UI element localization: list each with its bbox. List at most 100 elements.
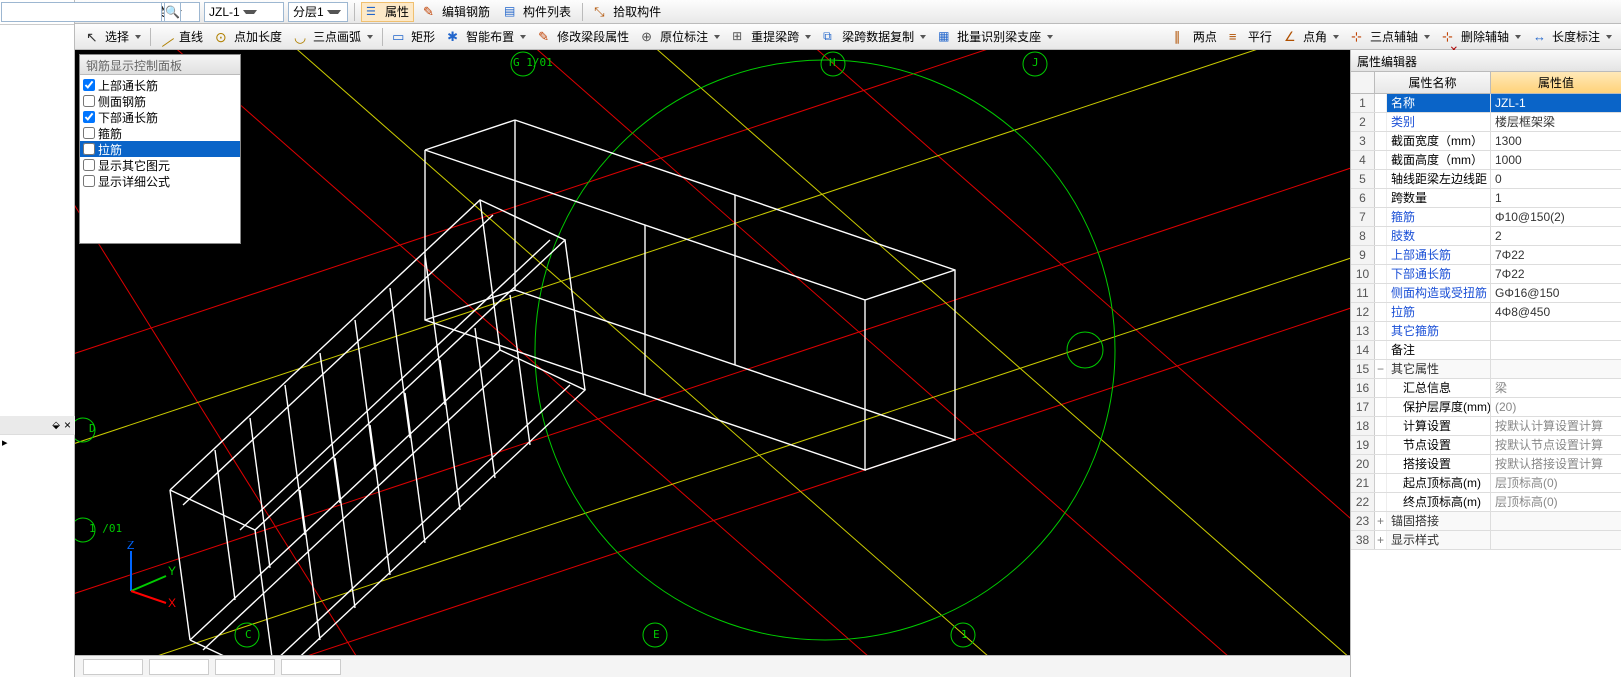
property-value[interactable]: 2	[1491, 227, 1621, 245]
property-value[interactable]: JZL-1	[1491, 94, 1621, 112]
tree-toggle[interactable]: −	[1375, 360, 1387, 378]
property-value[interactable]: 层顶标高(0)	[1491, 493, 1621, 511]
point-length-button[interactable]: 点加长度	[210, 27, 287, 47]
property-value[interactable]: 7Φ22	[1491, 246, 1621, 264]
properties-button[interactable]: 属性	[361, 2, 414, 22]
property-value[interactable]: 按默认搭接设置计算	[1491, 455, 1621, 473]
chevron-down-icon	[1515, 35, 1521, 39]
property-value[interactable]: (20)	[1491, 398, 1621, 416]
smart-layout-button[interactable]: 智能布置	[442, 27, 531, 47]
checkbox[interactable]	[83, 143, 95, 155]
point-angle-button[interactable]: 点角	[1279, 27, 1344, 47]
property-row[interactable]: 3截面宽度（mm）1300	[1351, 132, 1621, 151]
tree-node[interactable]: ▸	[2, 436, 72, 449]
close-icon[interactable]: ×	[64, 418, 71, 432]
edit-rebar-button[interactable]: 编辑钢筋	[418, 2, 495, 22]
property-row[interactable]: 38+显示样式	[1351, 531, 1621, 550]
property-value[interactable]: 1000	[1491, 151, 1621, 169]
property-value[interactable]: Φ10@150(2)	[1491, 208, 1621, 226]
property-row[interactable]: 13其它箍筋	[1351, 322, 1621, 341]
span-copy-button[interactable]: 梁跨数据复制	[818, 27, 931, 47]
line-button[interactable]: 直线	[155, 27, 208, 47]
property-row[interactable]: 17 保护层厚度(mm)(20)	[1351, 398, 1621, 417]
batch-support-button[interactable]: 批量识别梁支座	[933, 27, 1058, 47]
checkbox[interactable]	[83, 111, 95, 123]
rebar-display-panel[interactable]: 钢筋显示控制面板 上部通长筋侧面钢筋下部通长筋箍筋拉筋显示其它图元显示详细公式	[79, 54, 241, 244]
rect-button[interactable]: 矩形	[387, 27, 440, 47]
property-value[interactable]	[1491, 341, 1621, 359]
property-value[interactable]: GΦ16@150	[1491, 284, 1621, 302]
viewport-canvas[interactable]: G 1/01 H J D 1 /01 C E 1 Z Y X 钢筋显示控制面板 …	[75, 50, 1350, 655]
rebar-toggle-row[interactable]: 箍筋	[80, 125, 240, 141]
property-row[interactable]: 10下部通长筋7Φ22	[1351, 265, 1621, 284]
property-row[interactable]: 6跨数量1	[1351, 189, 1621, 208]
property-value[interactable]	[1491, 531, 1621, 549]
search-button[interactable]: 🔍	[164, 2, 181, 22]
property-value[interactable]: 1	[1491, 189, 1621, 207]
pin-icon[interactable]: ⬙	[52, 420, 60, 431]
rebar-toggle-row[interactable]: 侧面钢筋	[80, 93, 240, 109]
chevron-down-icon	[1047, 35, 1053, 39]
property-row[interactable]: 1名称JZL-1	[1351, 94, 1621, 113]
property-row[interactable]: 11侧面构造或受扭筋GΦ16@150	[1351, 284, 1621, 303]
property-row[interactable]: 16 汇总信息梁	[1351, 379, 1621, 398]
property-row[interactable]: 23+锚固搭接	[1351, 512, 1621, 531]
checkbox[interactable]	[83, 79, 95, 91]
property-value[interactable]: 层顶标高(0)	[1491, 474, 1621, 492]
property-row[interactable]: 18 计算设置按默认计算设置计算	[1351, 417, 1621, 436]
property-value[interactable]: 按默认节点设置计算	[1491, 436, 1621, 454]
layer-combo[interactable]: 分层1	[288, 2, 348, 22]
length-dim-button[interactable]: 长度标注	[1528, 27, 1617, 47]
rebar-toggle-row[interactable]: 下部通长筋	[80, 109, 240, 125]
property-row[interactable]: 21 起点顶标高(m)层顶标高(0)	[1351, 474, 1621, 493]
rebar-toggle-row[interactable]: 显示其它图元	[80, 157, 240, 173]
member-combo[interactable]: JZL-1	[204, 2, 284, 22]
property-row[interactable]: 8肢数2	[1351, 227, 1621, 246]
property-row[interactable]: 15−其它属性	[1351, 360, 1621, 379]
parallel-button[interactable]: 平行	[1224, 27, 1277, 47]
two-point-button[interactable]: 两点	[1169, 27, 1222, 47]
checkbox[interactable]	[83, 127, 95, 139]
grid-label: C	[245, 628, 252, 641]
row-label: 显示其它图元	[98, 157, 170, 174]
rebar-toggle-row[interactable]: 显示详细公式	[80, 173, 240, 189]
delete-aux-button[interactable]: 删除辅轴	[1437, 27, 1526, 47]
property-row[interactable]: 5轴线距梁左边线距0	[1351, 170, 1621, 189]
checkbox[interactable]	[83, 95, 95, 107]
property-value[interactable]: 梁	[1491, 379, 1621, 397]
property-value[interactable]: 7Φ22	[1491, 265, 1621, 283]
property-row[interactable]: 14备注	[1351, 341, 1621, 360]
property-value[interactable]: 1300	[1491, 132, 1621, 150]
property-value[interactable]	[1491, 322, 1621, 340]
property-row[interactable]: 22 终点顶标高(m)层顶标高(0)	[1351, 493, 1621, 512]
property-row[interactable]: 20 搭接设置按默认搭接设置计算	[1351, 455, 1621, 474]
arc-3point-button[interactable]: 三点画弧	[289, 27, 378, 47]
rebar-toggle-row[interactable]: 上部通长筋	[80, 77, 240, 93]
checkbox[interactable]	[83, 175, 95, 187]
property-value[interactable]	[1491, 360, 1621, 378]
tree-toggle[interactable]: +	[1375, 512, 1387, 530]
search-input[interactable]	[1, 2, 162, 22]
property-value[interactable]: 0	[1491, 170, 1621, 188]
property-value[interactable]	[1491, 512, 1621, 530]
property-rows[interactable]: 1名称JZL-12类别楼层框架梁3截面宽度（mm）13004截面高度（mm）10…	[1351, 94, 1621, 677]
orig-mark-button[interactable]: 原位标注	[636, 27, 725, 47]
tree-toggle[interactable]: +	[1375, 531, 1387, 549]
select-button[interactable]: 选择	[81, 27, 146, 47]
edit-span-prop-button[interactable]: 修改梁段属性	[533, 27, 634, 47]
axis-3point-button[interactable]: 三点辅轴	[1346, 27, 1435, 47]
respan-button[interactable]: 重提梁跨	[727, 27, 816, 47]
property-row[interactable]: 7箍筋Φ10@150(2)	[1351, 208, 1621, 227]
property-row[interactable]: 9上部通长筋7Φ22	[1351, 246, 1621, 265]
pick-component-button[interactable]: 拾取构件	[589, 2, 666, 22]
property-value[interactable]: 4Φ8@450	[1491, 303, 1621, 321]
property-row[interactable]: 12拉筋4Φ8@450	[1351, 303, 1621, 322]
property-row[interactable]: 2类别楼层框架梁	[1351, 113, 1621, 132]
rebar-toggle-row[interactable]: 拉筋	[80, 141, 240, 157]
checkbox[interactable]	[83, 159, 95, 171]
property-value[interactable]: 楼层框架梁	[1491, 113, 1621, 131]
component-list-button[interactable]: 构件列表	[499, 2, 576, 22]
property-row[interactable]: 4截面高度（mm）1000	[1351, 151, 1621, 170]
property-row[interactable]: 19 节点设置按默认节点设置计算	[1351, 436, 1621, 455]
property-value[interactable]: 按默认计算设置计算	[1491, 417, 1621, 435]
